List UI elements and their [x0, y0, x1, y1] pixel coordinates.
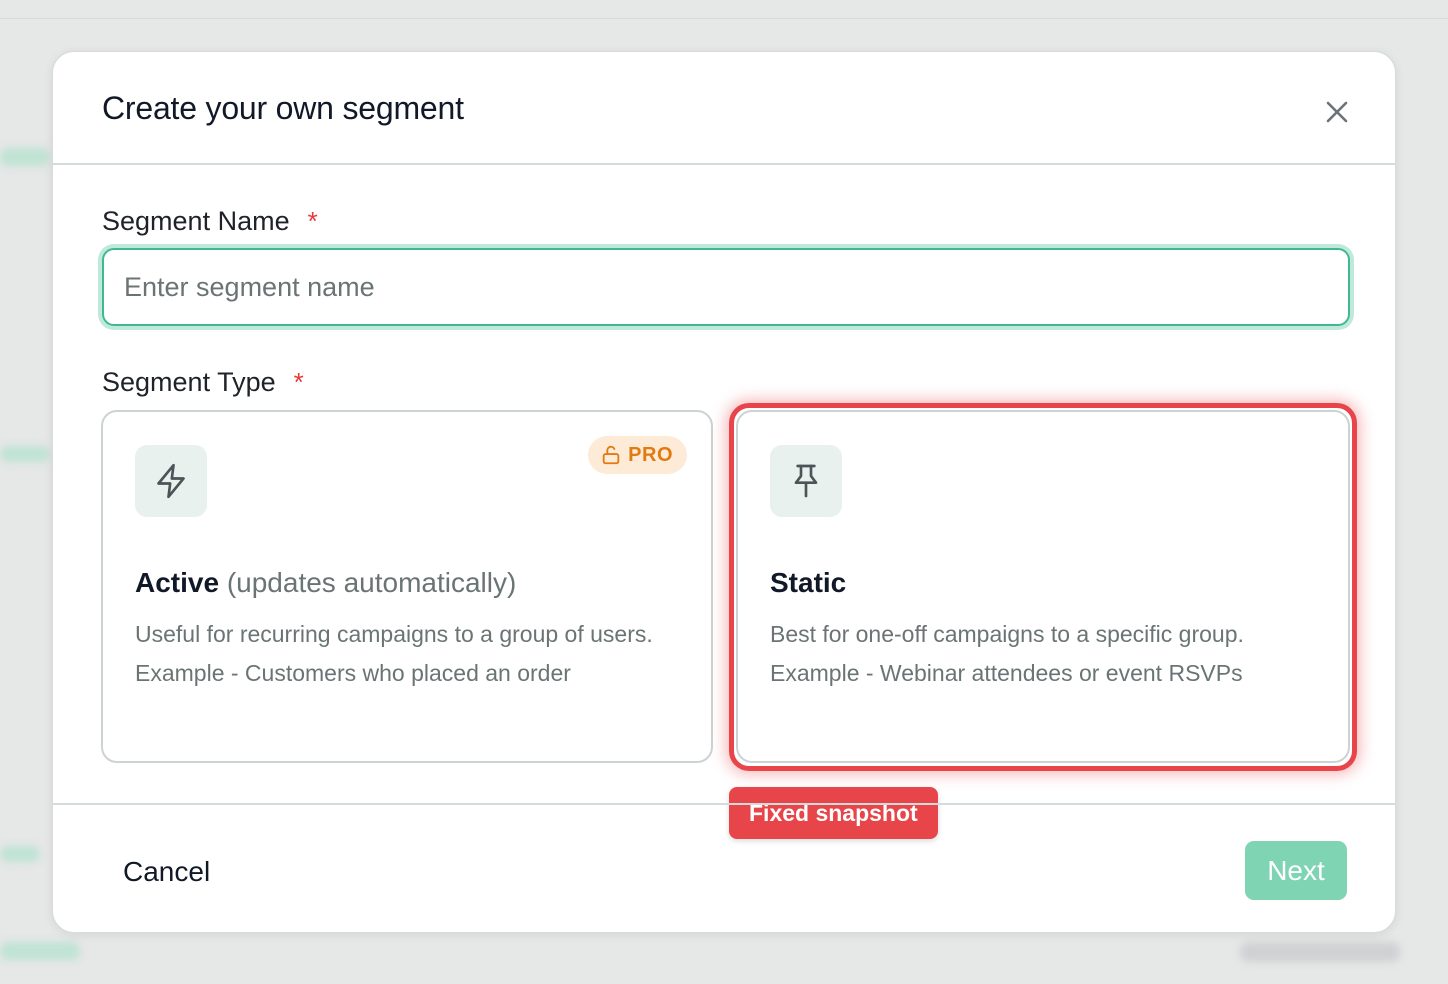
pro-badge-label: PRO [628, 443, 673, 466]
segment-name-label-text: Segment Name [102, 206, 290, 236]
lightning-icon [135, 445, 207, 517]
next-button[interactable]: Next [1245, 841, 1347, 900]
background-blob [0, 942, 80, 960]
option-description: Useful for recurring campaigns to a grou… [135, 621, 653, 686]
option-subtitle: (updates automatically) [226, 567, 517, 598]
background-divider [0, 18, 1448, 19]
background-blob [0, 148, 50, 166]
close-icon[interactable] [1323, 98, 1351, 126]
segment-type-option-static[interactable]: Static Best for one-off campaigns to a s… [736, 410, 1350, 763]
modal-title: Create your own segment [102, 90, 464, 126]
create-segment-modal: Create your own segment Segment Name * Se… [52, 51, 1396, 933]
footer-divider [53, 803, 1395, 805]
pro-badge: PRO [588, 436, 687, 474]
option-description: Best for one-off campaigns to a specific… [770, 621, 1244, 686]
segment-type-label-text: Segment Type [102, 367, 276, 397]
segment-type-option-active[interactable]: PRO Active (updates automatically) Usefu… [101, 410, 713, 763]
option-title: Active (updates automatically) [135, 567, 516, 599]
option-title: Static [770, 567, 847, 598]
background-blob [1240, 942, 1400, 962]
background-blob [0, 446, 50, 462]
segment-name-label: Segment Name * [102, 206, 318, 237]
pin-icon [770, 445, 842, 517]
annotation-label: Fixed snapshot [729, 787, 938, 839]
cancel-button[interactable]: Cancel [103, 842, 230, 902]
option-title-text: Active [135, 567, 220, 598]
background-blob [0, 846, 40, 862]
required-mark: * [307, 206, 318, 236]
required-mark: * [293, 367, 304, 397]
unlock-icon [600, 444, 622, 466]
header-divider [53, 163, 1395, 165]
segment-type-label: Segment Type * [102, 367, 304, 398]
segment-name-input[interactable] [102, 248, 1350, 326]
